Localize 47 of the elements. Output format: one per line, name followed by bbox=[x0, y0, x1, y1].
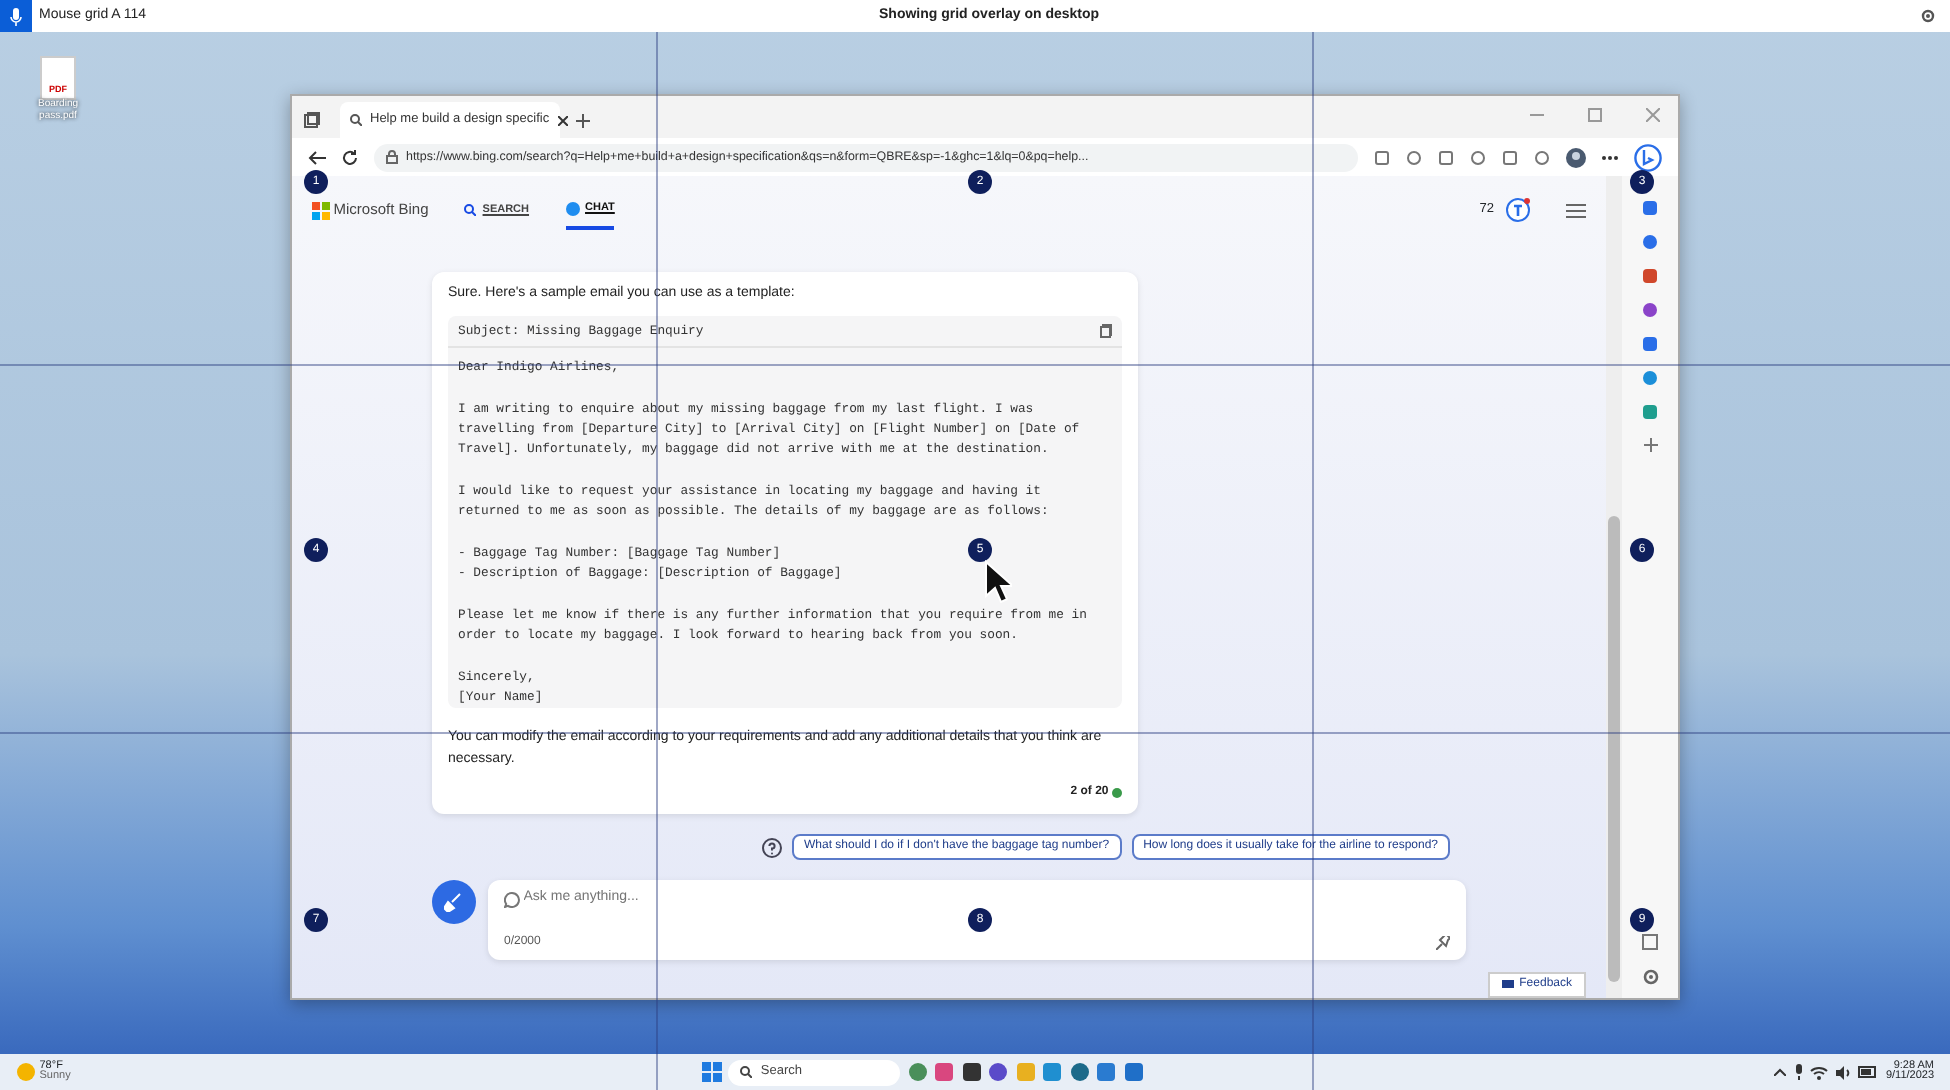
microphone-icon[interactable] bbox=[0, 0, 32, 32]
chat-bubble-icon bbox=[565, 201, 580, 215]
taskbar-app-icon[interactable] bbox=[1069, 1062, 1090, 1082]
minimize-icon[interactable] bbox=[1530, 108, 1544, 122]
sidebar-app-icon[interactable] bbox=[1642, 336, 1658, 352]
maximize-icon[interactable] bbox=[1588, 108, 1602, 122]
sidebar-panel-icon[interactable] bbox=[1642, 934, 1658, 950]
battery-icon[interactable] bbox=[1858, 1066, 1879, 1078]
settings-icon[interactable] bbox=[1641, 968, 1659, 986]
add-icon[interactable] bbox=[1643, 438, 1657, 452]
sidebar-app-icon[interactable] bbox=[1642, 200, 1658, 216]
chat-bubble-icon bbox=[504, 891, 520, 908]
taskbar-app-icon[interactable] bbox=[961, 1062, 982, 1082]
bing-logo-icon[interactable] bbox=[1634, 143, 1662, 171]
menu-icon[interactable] bbox=[1566, 203, 1586, 217]
sidebar-app-icon[interactable] bbox=[1642, 268, 1658, 284]
windows-logo-icon[interactable] bbox=[701, 1062, 722, 1082]
rewards-medal-icon[interactable] bbox=[1506, 198, 1530, 222]
taskbar-app-icon[interactable] bbox=[988, 1062, 1009, 1082]
search-icon bbox=[740, 1066, 753, 1078]
refresh-icon[interactable] bbox=[342, 149, 358, 165]
microsoft-logo-icon bbox=[312, 201, 330, 219]
new-tab-icon[interactable] bbox=[576, 114, 590, 128]
copy-icon[interactable] bbox=[1100, 323, 1112, 338]
close-icon[interactable] bbox=[557, 115, 568, 125]
sidebar-app-icon[interactable] bbox=[1642, 234, 1658, 250]
chevron-up-icon[interactable] bbox=[1774, 1068, 1787, 1076]
speaker-icon[interactable] bbox=[1835, 1065, 1852, 1079]
sidebar-app-icon[interactable] bbox=[1642, 370, 1658, 386]
tabs-icon[interactable] bbox=[304, 112, 320, 128]
mouse-pointer-icon bbox=[984, 560, 1012, 604]
scrollbar-thumb[interactable] bbox=[1608, 516, 1620, 982]
pin-icon[interactable] bbox=[1436, 936, 1450, 951]
lock-icon bbox=[386, 150, 398, 164]
broom-icon bbox=[444, 892, 464, 913]
profile-avatar-icon[interactable] bbox=[1566, 147, 1586, 167]
search-icon bbox=[350, 114, 362, 126]
wifi-icon[interactable] bbox=[1810, 1065, 1829, 1079]
new-topic-button[interactable] bbox=[432, 880, 476, 925]
help-circle-icon[interactable] bbox=[761, 837, 782, 858]
settings-icon[interactable] bbox=[1920, 8, 1936, 24]
sidebar-app-icon[interactable] bbox=[1642, 404, 1658, 420]
back-arrow-icon[interactable] bbox=[308, 149, 326, 165]
sidebar-app-icon[interactable] bbox=[1642, 302, 1658, 318]
microphone-icon[interactable] bbox=[1793, 1064, 1804, 1080]
status-dot-icon bbox=[1112, 788, 1122, 799]
search-icon bbox=[464, 204, 477, 216]
